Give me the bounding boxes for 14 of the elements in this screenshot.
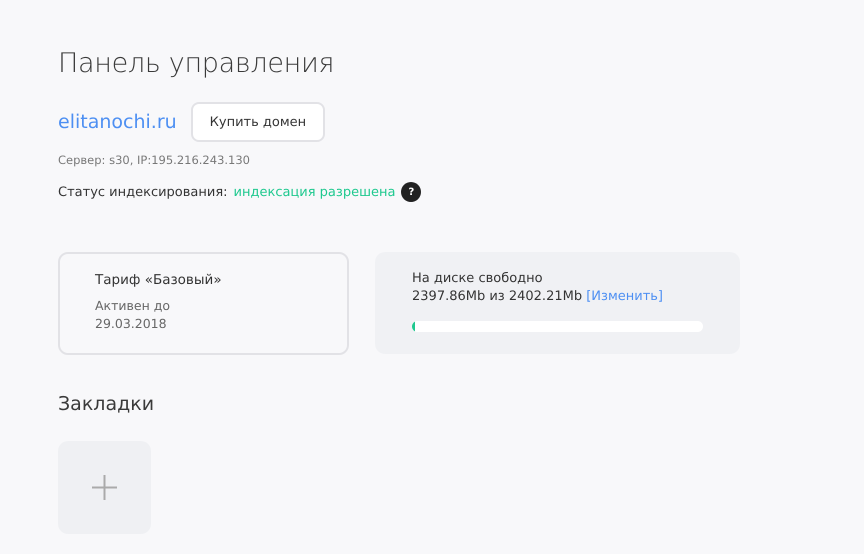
tariff-name: Тариф «Базовый»: [95, 271, 223, 289]
page-title: Панель управления: [58, 47, 336, 81]
add-bookmark-button[interactable]: [58, 441, 151, 534]
plus-icon: [92, 475, 117, 500]
help-icon[interactable]: ?: [401, 182, 422, 202]
active-label: Активен до: [95, 297, 171, 315]
server-info: Сервер: s30, IP:195.216.243.130: [58, 152, 251, 168]
indexing-label: Статус индексирования:: [58, 184, 228, 200]
disk-usage: 2397.86Mb из 2402.21Mb: [412, 289, 582, 304]
active-date: 29.03.2018: [95, 315, 168, 333]
bookmarks-title: Закладки: [58, 393, 156, 415]
disk-label: На диске свободно: [412, 270, 544, 288]
indexing-status: индексация разрешена: [234, 184, 396, 200]
buy-domain-button[interactable]: Купить домен: [190, 102, 326, 142]
